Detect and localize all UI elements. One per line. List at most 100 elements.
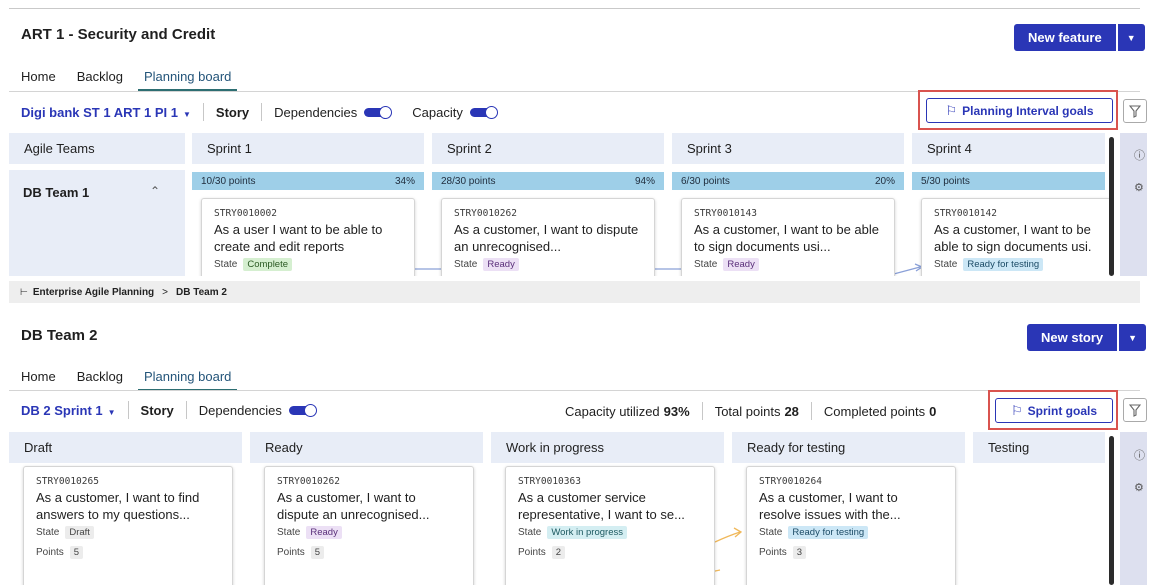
state-badge: Ready for testing — [963, 258, 1044, 271]
new-story-split-button[interactable]: New story ▼ — [1027, 324, 1147, 351]
state-badge: Ready — [306, 526, 342, 539]
sprint-stats: Capacity utilized 93% Total points 28 Comp… — [565, 402, 936, 420]
state-badge: Complete — [243, 258, 293, 271]
completed-points-value: 0 — [929, 403, 937, 419]
story-description: As a customer service representative, I … — [518, 490, 685, 522]
info-icon[interactable]: ⓘ — [1134, 147, 1145, 163]
story-card[interactable]: STRY0010264 As a customer, I want to res… — [746, 466, 956, 585]
pi-select-value: Digi bank ST 1 ART 1 PI 1 — [21, 104, 178, 120]
story-description: As a customer, I want to be able to sign… — [934, 221, 1099, 255]
state-label: State — [36, 527, 60, 538]
story-card[interactable]: STRY0010143 As a customer, I want to be … — [681, 198, 895, 276]
state-label: State — [694, 259, 718, 270]
points-label: Points — [759, 547, 787, 558]
capacity-points: 6/30 points — [681, 175, 730, 187]
dependencies-toggle[interactable] — [288, 404, 319, 417]
state-label: State — [759, 527, 783, 538]
pi-select[interactable]: Digi bank ST 1 ART 1 PI 1 ▼ — [21, 105, 191, 120]
new-feature-dropdown[interactable]: ▼ — [1117, 24, 1145, 51]
story-card[interactable]: STRY0010363 As a customer service repres… — [505, 466, 715, 585]
breadcrumb-root[interactable]: Enterprise Agile Planning — [33, 287, 154, 298]
story-card[interactable]: STRY0010142 As a customer, I want to be … — [921, 198, 1111, 276]
tab-planning-board[interactable]: Planning board — [137, 69, 238, 91]
story-number: STRY0010363 — [518, 476, 581, 487]
sprint-goals-button[interactable]: ⚐ Sprint goals — [995, 398, 1113, 423]
breadcrumb-current: DB Team 2 — [176, 286, 227, 298]
new-story-dropdown[interactable]: ▼ — [1119, 324, 1147, 351]
vertical-scrollbar[interactable] — [1109, 137, 1114, 276]
flag-icon: ⚐ — [945, 102, 958, 118]
sprint-4-header: Sprint 4 — [912, 133, 1105, 164]
new-story-button[interactable]: New story — [1027, 324, 1118, 351]
filter-button[interactable] — [1123, 99, 1147, 123]
team-tabs: Home Backlog Planning board — [21, 369, 258, 391]
column-testing-header: Testing — [973, 432, 1105, 463]
column-draft-header: Draft — [9, 432, 242, 463]
planning-interval-goals-button[interactable]: ⚐ Planning Interval goals — [926, 98, 1113, 123]
planning-interval-goals-label: Planning Interval goals — [962, 103, 1094, 118]
vertical-scrollbar[interactable] — [1109, 436, 1114, 585]
capacity-percent: 34% — [394, 175, 415, 187]
breadcrumb-separator: > — [162, 286, 169, 298]
sprint-4-capacity-bar: 5/30 points — [912, 172, 1105, 190]
capacity-percent: 20% — [874, 175, 895, 187]
chevron-down-icon: ▼ — [1128, 332, 1138, 343]
state-badge: Draft — [65, 526, 94, 539]
hierarchy-icon: ⊢ — [20, 286, 28, 297]
capacity-points: 10/30 points — [201, 175, 256, 187]
points-badge: 5 — [310, 546, 325, 559]
info-icon[interactable]: ⓘ — [1134, 447, 1145, 463]
capacity-points: 28/30 points — [441, 175, 496, 187]
sprint-1-capacity-bar: 10/30 points 34% — [192, 172, 424, 190]
tab-home[interactable]: Home — [21, 69, 56, 91]
points-label: Points — [277, 547, 305, 558]
filter-button[interactable] — [1123, 398, 1147, 422]
state-label: State — [214, 259, 238, 270]
team-title: DB Team 2 — [21, 327, 98, 344]
caret-down-icon: ▼ — [107, 407, 116, 417]
gear-icon[interactable]: ⚙ — [1134, 181, 1144, 194]
story-card[interactable]: STRY0010265 As a customer, I want to fin… — [23, 466, 233, 585]
new-feature-split-button[interactable]: New feature ▼ — [1014, 24, 1145, 51]
sprint-2-header: Sprint 2 — [432, 133, 664, 164]
agile-teams-header: Agile Teams — [9, 133, 185, 164]
tabs-divider — [9, 390, 1140, 391]
state-badge: Ready — [723, 258, 759, 271]
points-label: Points — [36, 547, 64, 558]
capacity-toggle[interactable] — [469, 106, 500, 119]
tab-planning-board[interactable]: Planning board — [137, 369, 238, 391]
team-card-clip: STRY0010265 As a customer, I want to fin… — [0, 464, 1110, 585]
story-card[interactable]: STRY0010002 As a user I want to be able … — [201, 198, 415, 276]
story-view-label[interactable]: Story — [216, 105, 249, 120]
new-feature-button[interactable]: New feature — [1014, 24, 1116, 51]
story-card[interactable]: STRY0010262 As a customer, I want to dis… — [441, 198, 655, 276]
story-view-label[interactable]: Story — [141, 403, 174, 418]
tab-backlog[interactable]: Backlog — [77, 369, 123, 391]
capacity-points: 5/30 points — [921, 175, 970, 187]
story-description-line-2: able to sign documents usi. — [934, 239, 1092, 254]
story-description: As a customer, I want to find answers to… — [36, 490, 200, 522]
sprint-3-capacity-bar: 6/30 points 20% — [672, 172, 904, 190]
story-number: STRY0010262 — [454, 208, 517, 219]
state-label: State — [934, 259, 958, 270]
capacity-utilized-value: 93% — [663, 403, 690, 419]
page-title: ART 1 - Security and Credit — [21, 26, 216, 43]
story-number: STRY0010143 — [694, 208, 757, 219]
dependencies-toggle[interactable] — [364, 106, 394, 119]
breadcrumb: ⊢ Enterprise Agile Planning > DB Team 2 — [9, 281, 1140, 303]
separator — [127, 401, 129, 419]
story-description-line-1: As a customer, I want to be — [934, 222, 1091, 237]
separator — [185, 401, 187, 419]
tab-home[interactable]: Home — [21, 369, 56, 391]
tab-backlog[interactable]: Backlog — [77, 69, 123, 91]
sprint-1-header: Sprint 1 — [192, 133, 424, 164]
story-card[interactable]: STRY0010262 As a customer, I want to dis… — [264, 466, 474, 585]
points-label: Points — [518, 547, 546, 558]
column-wip-header: Work in progress — [491, 432, 724, 463]
separator — [810, 402, 812, 420]
art-toolbar: Digi bank ST 1 ART 1 PI 1 ▼ Story Depende… — [21, 101, 500, 123]
sprint-select[interactable]: DB 2 Sprint 1 ▼ — [21, 403, 116, 418]
story-number: STRY0010265 — [36, 476, 99, 487]
separator — [261, 103, 263, 121]
gear-icon[interactable]: ⚙ — [1134, 481, 1144, 494]
